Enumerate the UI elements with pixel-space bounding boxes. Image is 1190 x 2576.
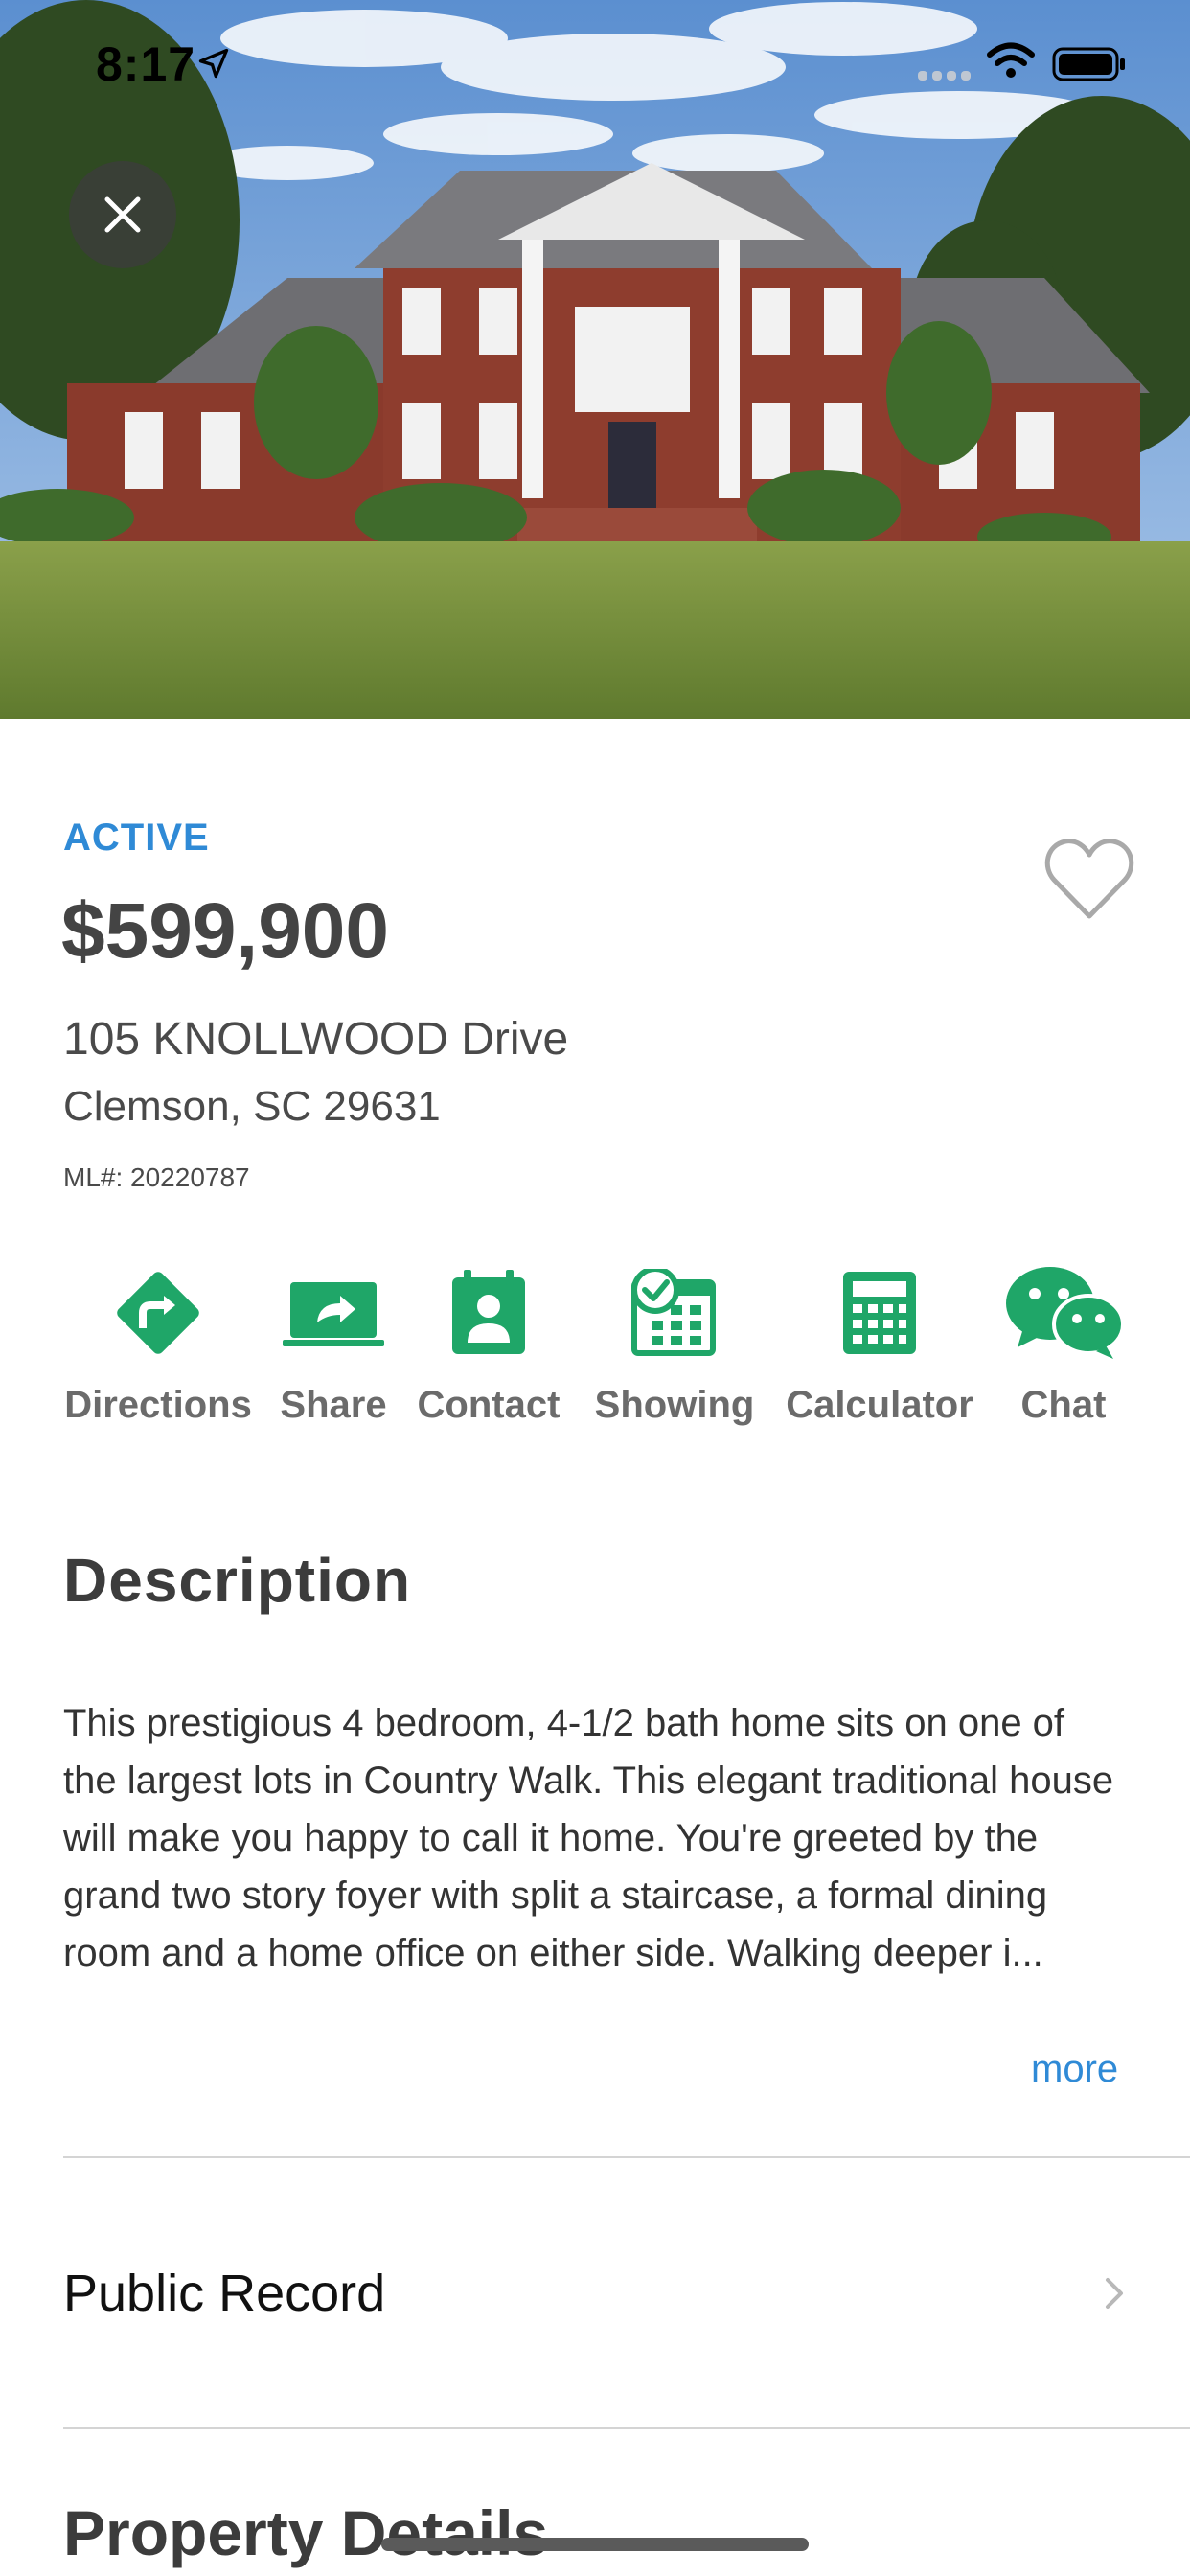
listing-mls-number: ML#: 20220787 [63,1162,250,1192]
listing-price: $599,900 [61,887,390,975]
share-icon [283,1282,384,1346]
chevron-right-icon [1102,2274,1127,2317]
location-arrow-icon [196,46,231,80]
calculator-label: Calculator [786,1384,973,1426]
action-bar: Directions Share Contact Showing Calcula… [0,1265,1190,1438]
listing-status-badge: ACTIVE [63,816,210,859]
chat-label: Chat [1020,1384,1107,1426]
listing-photo[interactable]: 8:17 [0,0,1190,719]
status-time: 8:17 [96,37,196,91]
listing-city-state-zip: Clemson, SC 29631 [63,1083,441,1130]
public-record-row[interactable]: Public Record [63,2264,385,2323]
heart-icon [1044,839,1134,919]
calendar-check-icon [631,1269,716,1356]
description-heading: Description [63,1546,412,1615]
divider [63,2156,1190,2158]
contact-label: Contact [417,1384,561,1426]
directions-button[interactable]: Directions [64,1265,252,1427]
contact-icon [452,1270,525,1354]
close-icon [104,196,141,233]
calculator-icon [843,1272,916,1354]
favorite-button[interactable] [1044,836,1134,927]
directions-icon [117,1272,199,1354]
showing-label: Showing [594,1384,755,1426]
directions-label: Directions [64,1384,252,1426]
description-more-link[interactable]: more [1031,2048,1118,2091]
wifi-icon [987,42,1035,80]
property-details-heading: Property Details [63,2497,549,2568]
listing-street-address: 105 KNOLLWOOD Drive [63,1014,569,1065]
share-label: Share [280,1384,387,1426]
share-button[interactable]: Share [276,1265,391,1427]
close-button[interactable] [69,161,176,268]
home-indicator[interactable] [381,2538,809,2551]
chat-icon [1006,1267,1123,1359]
status-bar: 8:17 [0,0,1190,129]
battery-icon [1052,46,1127,82]
divider [63,2427,1190,2429]
contact-button[interactable]: Contact [412,1265,565,1427]
showing-button[interactable]: Showing [586,1265,763,1427]
cellular-signal-icon [918,69,972,82]
chat-button[interactable]: Chat [996,1265,1131,1427]
calculator-button[interactable]: Calculator [784,1265,975,1427]
description-text: This prestigious 4 bedroom, 4-1/2 bath h… [63,1702,1114,1974]
